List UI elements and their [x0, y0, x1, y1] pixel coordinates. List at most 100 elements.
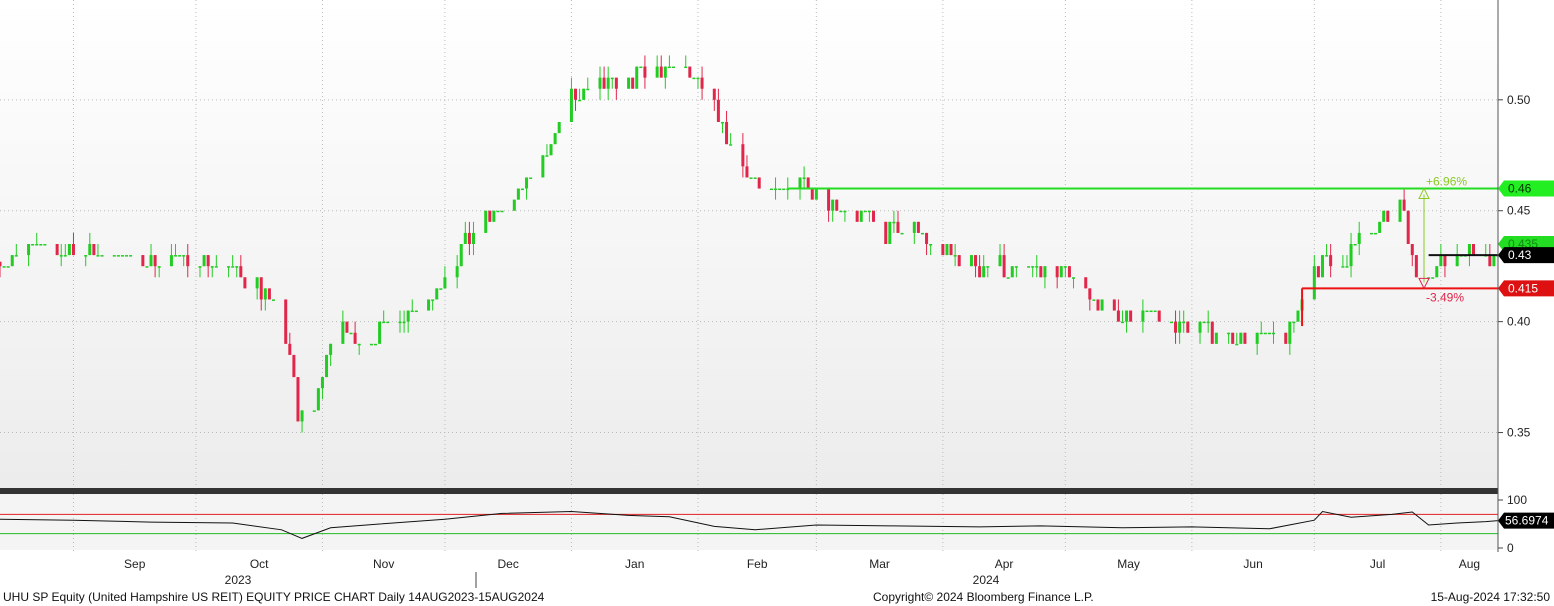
candle-body — [929, 244, 933, 246]
candle-body — [729, 144, 733, 146]
candle-body — [112, 255, 116, 257]
candle-body — [774, 188, 778, 191]
rsi-tick-label: 100 — [1507, 493, 1527, 507]
candle-body — [1100, 299, 1104, 311]
candle-body — [59, 255, 63, 257]
candle-body — [982, 266, 986, 278]
candle-body — [1116, 310, 1120, 322]
candle-body — [157, 266, 161, 268]
candle-body — [1341, 266, 1345, 268]
candle-body — [443, 277, 447, 289]
candle-body — [1357, 232, 1361, 244]
candle-body — [100, 255, 104, 257]
candle-body — [202, 255, 206, 267]
candle-body — [1439, 255, 1443, 267]
candle-body — [1378, 221, 1382, 233]
candle-body — [684, 66, 688, 69]
y-tick-label: 0.50 — [1507, 93, 1531, 107]
candle-body — [1063, 266, 1067, 268]
candle-body — [712, 88, 716, 100]
candle-body — [345, 321, 349, 333]
candle-body — [243, 277, 247, 289]
candle-body — [916, 221, 920, 233]
candle-body — [1055, 266, 1059, 278]
candle-body — [725, 122, 729, 145]
candle-body — [55, 244, 59, 256]
candle-body — [288, 343, 292, 355]
candle-body — [843, 210, 847, 213]
candle-body — [382, 321, 386, 324]
candle-body — [1112, 299, 1116, 311]
candle-body — [557, 122, 561, 134]
candle-body — [1402, 199, 1406, 211]
candle-body — [31, 244, 35, 246]
candle-body — [239, 266, 243, 278]
candle-body — [586, 88, 590, 91]
candle-body — [1292, 321, 1296, 324]
candle-body — [63, 255, 67, 257]
candle-body — [1235, 343, 1239, 346]
candle-body — [574, 88, 578, 100]
x-tick-label: Dec — [498, 557, 519, 571]
candle-body — [884, 221, 888, 244]
rsi-panel — [0, 494, 1498, 550]
candle-body — [635, 66, 639, 89]
candle-body — [610, 77, 614, 80]
candle-body — [263, 288, 267, 300]
candle-body — [598, 77, 602, 89]
candle-body — [178, 255, 182, 257]
x-tick-label: Feb — [747, 557, 768, 571]
candle-body — [1349, 244, 1353, 267]
candle-body — [1084, 277, 1088, 289]
candle-body — [986, 266, 990, 268]
candle-body — [1145, 310, 1149, 313]
candle-body — [1406, 210, 1410, 244]
candle-body — [39, 244, 43, 246]
candle-body — [329, 343, 333, 355]
candle-body — [1039, 266, 1043, 278]
candle-body — [745, 166, 749, 178]
candle-body — [778, 188, 782, 191]
candle-body — [496, 210, 500, 213]
year-label: 2024 — [973, 573, 1000, 587]
x-tick-label: Jun — [1243, 557, 1262, 571]
candle-body — [753, 177, 757, 179]
candle-body — [292, 354, 296, 378]
candle-body — [1178, 321, 1182, 333]
candle-body — [1272, 332, 1276, 335]
candle-body — [643, 66, 647, 78]
candle-body — [1120, 321, 1124, 324]
candle-body — [414, 310, 418, 313]
candle-body — [1182, 321, 1186, 324]
candle-body — [549, 144, 553, 156]
candle-body — [353, 332, 357, 344]
candle-body — [782, 188, 786, 191]
candle-body — [235, 266, 239, 268]
candle-body — [116, 255, 120, 257]
footer-copyright: Copyright© 2024 Bloomberg Finance L.P. — [873, 590, 1094, 604]
candle-body — [920, 232, 924, 235]
candle-body — [455, 266, 459, 278]
candle-body — [863, 210, 867, 213]
candle-body — [227, 266, 231, 268]
candle-body — [27, 244, 31, 256]
price-chart: +6.96%-3.49%0.4350.460.430.415 100056.69… — [0, 0, 1554, 588]
y-tick-label: 0.40 — [1507, 315, 1531, 329]
x-tick-label: Mar — [869, 557, 890, 571]
candle-body — [259, 277, 263, 300]
candle-body — [741, 144, 745, 167]
candle-body — [500, 210, 504, 213]
candle-body — [512, 199, 516, 211]
candle-body — [1467, 244, 1471, 256]
candle-body — [463, 232, 467, 244]
candle-body — [700, 77, 704, 89]
candle-body — [1206, 321, 1210, 324]
candle-body — [88, 244, 92, 256]
panel-divider[interactable] — [0, 488, 1498, 494]
candle-body — [312, 410, 316, 412]
candle-body — [1345, 266, 1349, 268]
candle-body — [1210, 321, 1214, 344]
candle-body — [459, 244, 463, 267]
y-tick-label: 0.35 — [1507, 426, 1531, 440]
candle-body — [831, 199, 835, 211]
